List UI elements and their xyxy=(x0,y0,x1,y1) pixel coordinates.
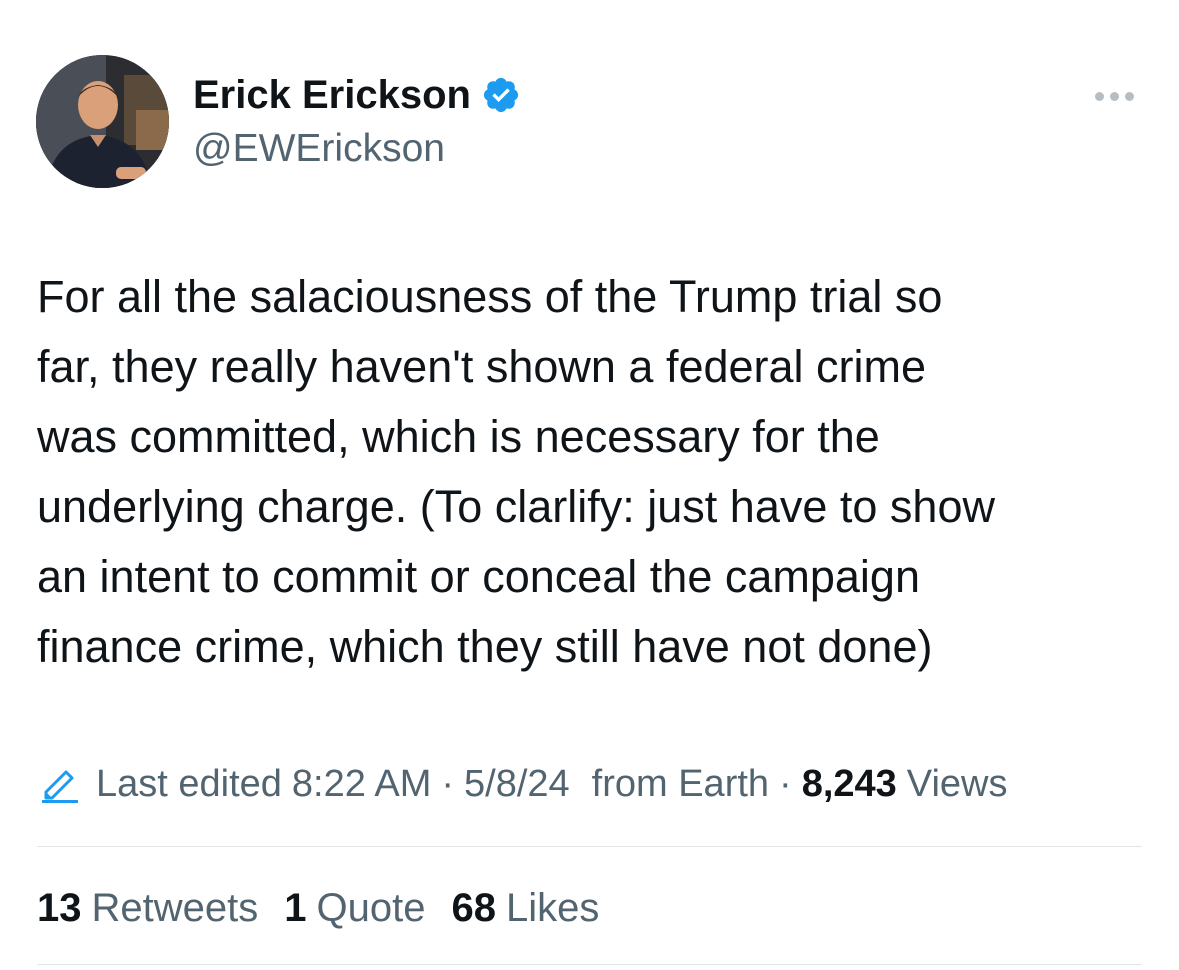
separator: · xyxy=(779,762,792,805)
views-count: 8,243 xyxy=(801,762,897,805)
more-horizontal-icon xyxy=(1109,91,1119,101)
divider xyxy=(37,964,1142,965)
divider xyxy=(37,846,1142,847)
display-name[interactable]: Erick Erickson xyxy=(193,70,521,120)
likes-count: 68 xyxy=(451,885,496,930)
pencil-icon[interactable] xyxy=(40,764,80,804)
tweet-text-line: an intent to commit or conceal the campa… xyxy=(37,551,920,602)
avatar-photo xyxy=(36,55,169,188)
tweet-text: For all the salaciousness of the Trump t… xyxy=(37,262,1147,682)
likes-link[interactable]: 68 Likes xyxy=(451,886,599,931)
more-horizontal-icon xyxy=(1124,91,1134,101)
edited-label[interactable]: Last edited xyxy=(96,763,282,806)
avatar[interactable] xyxy=(36,55,169,188)
tweet-time[interactable]: 8:22 AM xyxy=(292,763,431,806)
tweet-text-line: was committed, which is necessary for th… xyxy=(37,411,880,462)
user-handle[interactable]: @EWErickson xyxy=(193,124,445,174)
likes-label: Likes xyxy=(505,885,600,930)
tweet-location: from Earth xyxy=(591,762,770,805)
tweet-text-line: underlying charge. (To clarlify: just ha… xyxy=(37,481,995,532)
tweet-meta: Last edited 8:22 AM · 5/8/24 from Earth … xyxy=(40,757,1007,811)
more-horizontal-icon xyxy=(1094,91,1104,101)
tweet-text-line: For all the salaciousness of the Trump t… xyxy=(37,271,943,322)
quotes-count: 1 xyxy=(284,885,307,930)
views-label: Views xyxy=(906,762,1008,805)
tweet-text-line: finance crime, which they still have not… xyxy=(37,621,933,672)
quotes-label: Quote xyxy=(316,885,426,930)
retweets-link[interactable]: 13 Retweets xyxy=(37,886,258,931)
more-options-button[interactable] xyxy=(1088,78,1140,114)
separator: · xyxy=(441,762,454,805)
tweet-text-line: far, they really haven't shown a federal… xyxy=(37,341,927,392)
quotes-link[interactable]: 1 Quote xyxy=(284,886,425,931)
tweet-date[interactable]: 5/8/24 xyxy=(464,763,570,806)
retweets-count: 13 xyxy=(37,885,82,930)
retweets-label: Retweets xyxy=(91,885,259,930)
engagement-stats: 13 Retweets 1 Quote 68 Likes xyxy=(37,880,625,936)
display-name-text: Erick Erickson xyxy=(193,73,471,117)
verified-badge-icon xyxy=(483,77,519,113)
